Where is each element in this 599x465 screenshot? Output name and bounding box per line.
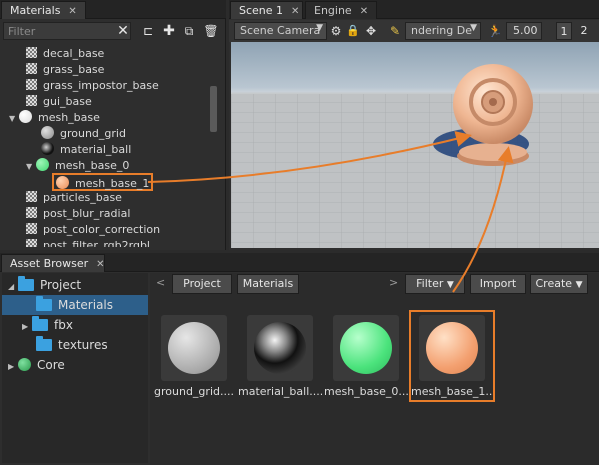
drag-arrow-tree (147, 131, 472, 183)
annotation-arrows (147, 131, 514, 293)
drag-arrow-asset (452, 146, 514, 293)
